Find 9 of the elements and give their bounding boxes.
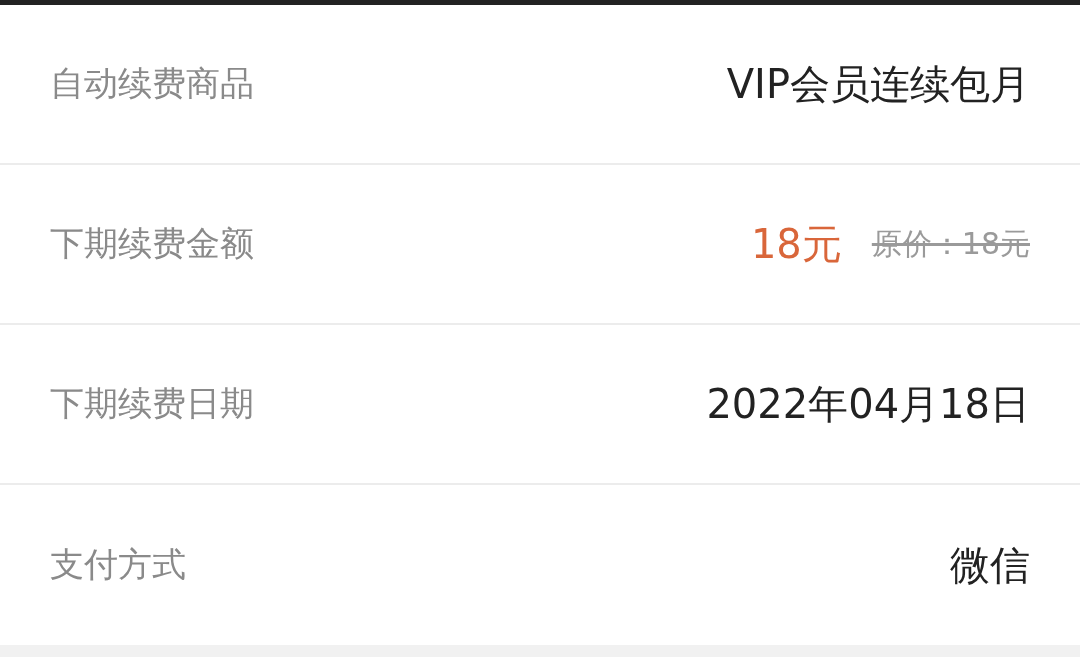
renewal-price: 18元 (750, 219, 842, 269)
original-price: 原价：18元 (871, 224, 1030, 263)
row-label: 支付方式 (50, 543, 186, 586)
row-value: 2022年04月18日 (706, 379, 1030, 429)
row-label: 自动续费商品 (50, 62, 254, 105)
row-value: VIP会员连续包月 (726, 59, 1030, 109)
row-value: 微信 (950, 540, 1030, 590)
row-label: 下期续费日期 (50, 382, 254, 425)
row-label: 下期续费金额 (50, 222, 254, 265)
